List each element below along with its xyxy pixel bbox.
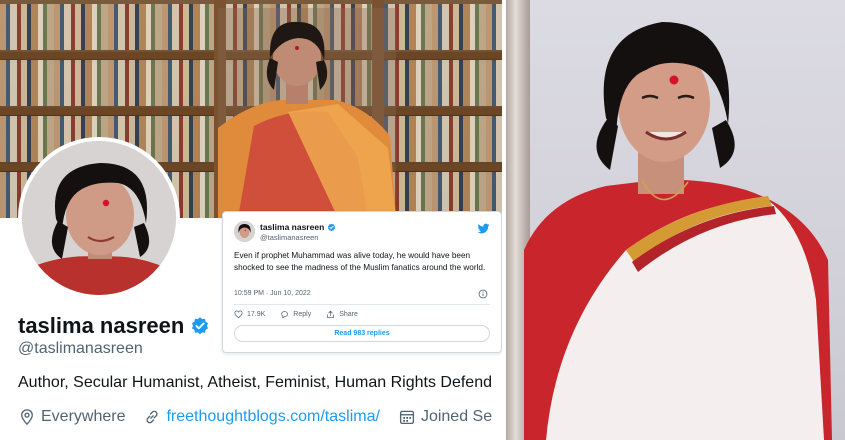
- tweet-author-name-text[interactable]: taslima nasreen: [260, 222, 324, 232]
- share-icon: [327, 310, 335, 318]
- tweet-text: Even if prophet Muhammad was alive today…: [234, 251, 486, 272]
- location-pin-icon: [21, 409, 33, 426]
- reply-label: Reply: [293, 311, 312, 318]
- profile-joined-text: Joined Se: [420, 408, 493, 425]
- tweet-avatar[interactable]: [234, 221, 255, 242]
- profile-screenshot: taslima nasreen @taslimanasreen Author, …: [0, 0, 502, 440]
- portrait-photo: [506, 0, 845, 440]
- verified-badge-icon: [328, 223, 336, 231]
- profile-handle: @taslimanasreen: [18, 340, 143, 357]
- profile-meta: Everywhere freethoughtblogs.com/taslima/…: [18, 408, 502, 426]
- reply-bubble-icon: [281, 311, 289, 319]
- read-replies-button[interactable]: Read 983 replies: [234, 325, 490, 342]
- reply-action[interactable]: Reply: [280, 310, 311, 319]
- link-icon: [146, 410, 159, 424]
- info-icon[interactable]: [478, 289, 488, 299]
- tweet-card[interactable]: taslima nasreen @taslimanasreen Even if …: [222, 211, 502, 353]
- like-count: 17.9K: [247, 311, 266, 318]
- banner-person-photo: [218, 8, 396, 218]
- heart-icon: [234, 310, 243, 319]
- calendar-icon: [399, 410, 414, 425]
- like-action[interactable]: 17.9K: [234, 310, 265, 319]
- tweet-divider: [234, 304, 490, 305]
- tweet-timestamp[interactable]: 10:59 PM · Jun 10, 2022: [234, 290, 311, 297]
- tweet-author-handle[interactable]: @taslimanasreen: [260, 233, 318, 242]
- avatar-photo: [22, 141, 176, 295]
- portrait-person: [524, 22, 832, 440]
- profile-avatar[interactable]: [18, 137, 180, 299]
- profile-location: Everywhere: [18, 408, 125, 426]
- share-action[interactable]: Share: [326, 310, 358, 319]
- profile-name-text: taslima nasreen: [18, 313, 185, 338]
- profile-bio: Author, Secular Humanist, Atheist, Femin…: [18, 374, 492, 391]
- profile-website-link[interactable]: freethoughtblogs.com/taslima/: [166, 408, 379, 426]
- tweet-author-name[interactable]: taslima nasreen: [260, 222, 336, 232]
- profile-website[interactable]: freethoughtblogs.com/taslima/: [143, 408, 380, 426]
- tweet-avatar-photo: [234, 221, 255, 242]
- profile-name: taslima nasreen: [18, 313, 210, 339]
- verified-badge-icon: [192, 317, 209, 335]
- profile-joined: Joined Se: [398, 408, 492, 426]
- profile-location-text: Everywhere: [41, 408, 126, 425]
- twitter-bird-icon[interactable]: [477, 222, 490, 235]
- tweet-actions: 17.9K Reply Share: [234, 310, 358, 319]
- share-label: Share: [339, 311, 358, 318]
